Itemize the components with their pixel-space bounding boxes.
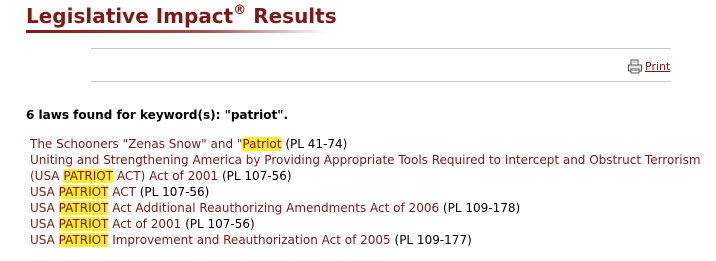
result-item: USA PATRIOT Act Additional Reauthorizing…	[30, 200, 712, 216]
result-title-text: The Schooners "Zenas Snow" and "	[30, 137, 243, 151]
result-item: USA PATRIOT Improvement and Reauthorizat…	[30, 232, 712, 248]
divider-bottom	[91, 81, 671, 82]
result-title-text: USA	[30, 217, 59, 231]
result-link[interactable]: USA PATRIOT ACT	[30, 185, 136, 199]
result-title-text: Improvement and Reauthorization Act of 2…	[108, 233, 391, 247]
keyword-highlight: PATRIOT	[58, 217, 109, 231]
public-law-number: (PL 109-177)	[394, 233, 472, 247]
result-link[interactable]: USA PATRIOT Improvement and Reauthorizat…	[30, 233, 391, 247]
public-law-number: (PL 107-56)	[185, 217, 255, 231]
result-item: The Schooners "Zenas Snow" and "Patriot …	[30, 136, 712, 152]
divider-top	[91, 48, 671, 49]
public-law-number: (PL 41-74)	[285, 137, 348, 151]
registered-mark: ®	[233, 3, 247, 19]
title-underline	[26, 30, 326, 33]
printer-icon	[628, 59, 642, 74]
result-title-text: USA	[30, 233, 59, 247]
keyword-highlight: PATRIOT	[58, 233, 109, 247]
result-title-text: ACT) Act of 2001	[113, 169, 219, 183]
results-summary: 6 laws found for keyword(s): "patriot".	[26, 108, 289, 122]
results-list: The Schooners "Zenas Snow" and "Patriot …	[30, 136, 712, 248]
result-link[interactable]: The Schooners "Zenas Snow" and "Patriot	[30, 137, 282, 151]
keyword-highlight: Patriot	[242, 137, 282, 151]
print-link[interactable]: Print	[627, 59, 670, 74]
result-title-text: Act Additional Reauthorizing Amendments …	[108, 201, 440, 215]
result-title-text: USA	[30, 201, 59, 215]
public-law-number: (PL 107-56)	[139, 185, 210, 199]
page-title: Legislative Impact® Results	[26, 3, 337, 28]
page-title-suffix: Results	[253, 4, 337, 28]
page-title-text: Legislative Impact	[26, 4, 234, 28]
keyword-highlight: PATRIOT	[63, 169, 114, 183]
print-label: Print	[645, 60, 671, 73]
public-law-number: (PL 107-56)	[221, 169, 292, 183]
keyword-highlight: PATRIOT	[58, 185, 109, 199]
result-item: USA PATRIOT ACT (PL 107-56)	[30, 184, 712, 200]
result-title-text: ACT	[108, 185, 136, 199]
result-title-text: Act of 2001	[108, 217, 182, 231]
result-item: USA PATRIOT Act of 2001 (PL 107-56)	[30, 216, 712, 232]
result-title-text: USA	[30, 185, 59, 199]
result-link[interactable]: USA PATRIOT Act of 2001	[30, 217, 181, 231]
result-item: Uniting and Strengthening America by Pro…	[30, 152, 712, 184]
public-law-number: (PL 109-178)	[442, 201, 521, 215]
result-link[interactable]: Uniting and Strengthening America by Pro…	[30, 153, 701, 183]
keyword-highlight: PATRIOT	[58, 201, 109, 215]
result-link[interactable]: USA PATRIOT Act Additional Reauthorizing…	[30, 201, 439, 215]
